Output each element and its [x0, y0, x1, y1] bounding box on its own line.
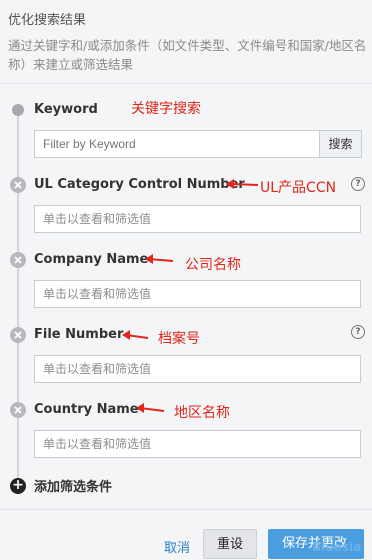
country-label: Country Name	[34, 402, 139, 417]
panel-title: 优化搜索结果	[8, 13, 87, 28]
country-arrow-icon	[136, 403, 165, 413]
company-arrow-icon	[145, 254, 174, 264]
file-number-annotation: 档案号	[158, 331, 200, 347]
category-field[interactable]: 单击以查看和筛选值	[34, 205, 361, 233]
footer-divider	[0, 509, 372, 510]
refine-search-panel: 优化搜索结果 通过关键字和/或添加条件（如文件类型、文件编号和国家/地区名称）来…	[0, 0, 372, 559]
filter-timeline	[17, 110, 19, 482]
header-divider	[0, 83, 372, 84]
keyword-dot-icon	[12, 104, 24, 116]
search-button[interactable]: 搜索	[319, 130, 362, 158]
keyword-label: Keyword	[34, 102, 98, 117]
file-number-help-icon[interactable]: ?	[351, 325, 365, 339]
file-number-label: File Number	[34, 327, 124, 342]
keyword-annotation: 关键字搜索	[131, 101, 201, 117]
remove-file-number-icon[interactable]	[10, 327, 26, 343]
reset-button[interactable]: 重设	[203, 529, 257, 559]
cancel-link[interactable]: 取消	[164, 537, 190, 556]
panel-description: 通过关键字和/或添加条件（如文件类型、文件编号和国家/地区名称）来建立或筛选结果	[8, 38, 367, 72]
remove-category-icon[interactable]	[10, 177, 26, 193]
category-annotation: UL产品CCN	[260, 180, 337, 196]
category-help-icon[interactable]: ?	[351, 177, 365, 191]
file-number-arrow-icon	[122, 330, 149, 340]
file-number-field[interactable]: 单击以查看和筛选值	[34, 355, 361, 383]
keyword-search-input[interactable]	[34, 130, 320, 158]
company-label: Company Name	[34, 252, 149, 267]
add-filter-label: 添加筛选条件	[34, 480, 113, 495]
country-field[interactable]: 单击以查看和筛选值	[34, 430, 361, 458]
company-annotation: 公司名称	[185, 257, 241, 273]
category-label: UL Category Control Number	[34, 177, 245, 192]
remove-country-icon[interactable]	[10, 402, 26, 418]
add-filter-button[interactable]: + 添加筛选条件	[10, 476, 112, 495]
watermark-logo: Bluesia	[312, 540, 362, 554]
country-annotation: 地区名称	[174, 405, 230, 421]
category-arrow-icon	[226, 179, 259, 189]
add-icon: +	[10, 477, 26, 494]
remove-company-icon[interactable]	[10, 252, 26, 268]
company-field[interactable]: 单击以查看和筛选值	[34, 280, 361, 308]
